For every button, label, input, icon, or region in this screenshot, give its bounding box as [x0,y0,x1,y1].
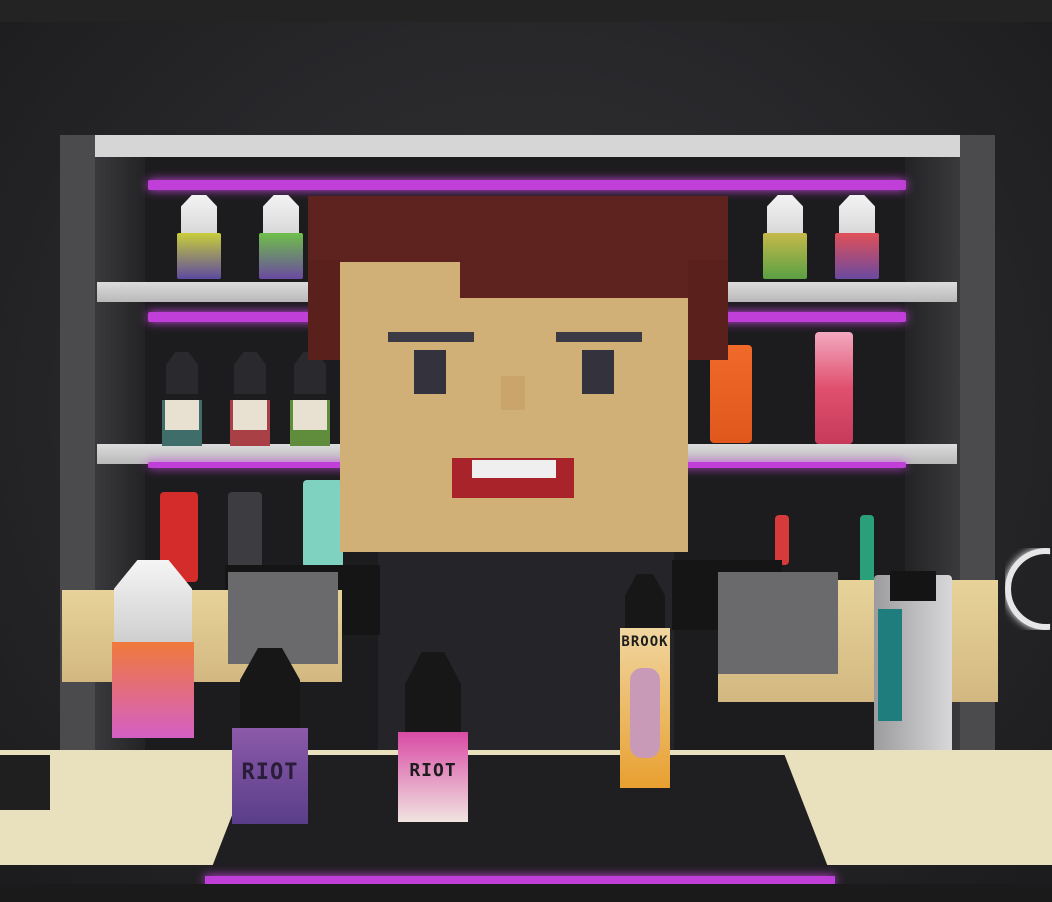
neon-sign-partial [1005,548,1051,630]
counter-bottle-purple: RIOT [232,648,308,824]
shelf-bottle [835,195,879,279]
eye-left [414,350,446,394]
shelf-pod-teal [303,480,343,568]
bottle-label: RIOT [409,760,457,781]
counter-device-left [0,755,50,810]
bottle-label: BROOK [621,634,669,650]
shelf-bottle [259,195,303,279]
eyebrow-right [556,332,642,342]
counter-neon-edge [205,876,835,884]
eyebrow-left [388,332,474,342]
character-nose [501,376,525,410]
held-bottle-left [112,560,194,738]
counter-bottle-pink: RIOT [398,652,468,822]
character-teeth [472,460,556,478]
character-hair-right [688,260,728,360]
eye-right [582,350,614,394]
character-sleeve-right [718,572,838,674]
shelf-vape-pink [815,332,853,444]
neon-light-top [148,180,906,190]
scene: RIOT RIOT BROOK [0,0,1052,902]
bottom-bar [0,884,1052,902]
held-vape-right [874,571,952,757]
character-fringe [460,262,688,298]
shelf-dark-bottle [230,352,270,446]
shelving-top [95,135,960,157]
shelf-bottle [763,195,807,279]
top-bar [0,0,1052,22]
shelf-stick-red [775,515,789,565]
shelf-dark-bottle [162,352,202,446]
shelf-bottle [177,195,221,279]
shelf-dark-bottle [290,352,330,446]
bottle-label: RIOT [241,760,299,785]
counter-bottle-tall: BROOK [620,574,670,788]
